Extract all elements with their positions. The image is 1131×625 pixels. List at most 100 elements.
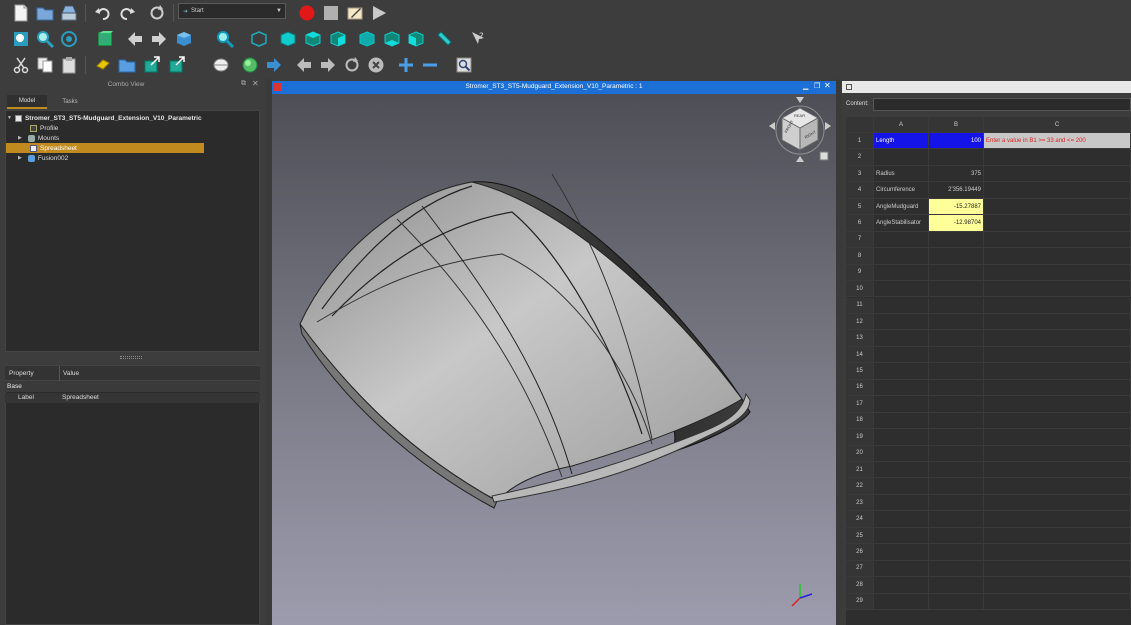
zoom-in-button[interactable] <box>395 54 417 76</box>
close-icon[interactable]: ✕ <box>824 81 831 90</box>
row-header[interactable]: 18 <box>846 412 874 430</box>
cell-a[interactable]: Radius <box>874 165 929 183</box>
cell-a[interactable] <box>874 527 929 545</box>
create-body-button[interactable] <box>239 54 261 76</box>
cell-a[interactable] <box>874 231 929 249</box>
row-header[interactable]: 2 <box>846 149 874 166</box>
cell-b[interactable] <box>929 577 984 594</box>
history-forward-button[interactable] <box>317 54 339 76</box>
fit-selection-button[interactable] <box>34 28 56 50</box>
column-header-b[interactable]: B <box>929 117 984 133</box>
panel-float-icon[interactable]: ⧉ <box>241 80 246 88</box>
tab-model[interactable]: Model <box>7 95 47 109</box>
cell-c[interactable] <box>984 149 1131 166</box>
cell-c[interactable] <box>984 313 1131 331</box>
cell-a[interactable] <box>874 445 929 462</box>
send-to-python-button[interactable] <box>141 54 163 76</box>
set-url-button[interactable] <box>453 54 475 76</box>
view-top-button[interactable] <box>302 28 324 50</box>
cell-b[interactable] <box>929 412 984 430</box>
tree-item-mounts[interactable]: ▶ Mounts <box>18 133 59 143</box>
cell-b[interactable] <box>929 330 984 347</box>
create-part-button[interactable] <box>210 54 232 76</box>
cell-b[interactable] <box>929 478 984 495</box>
cell-b[interactable]: 2'356.19449 <box>929 182 984 199</box>
cell-c[interactable] <box>984 198 1131 216</box>
cell-b[interactable] <box>929 396 984 413</box>
link-actions-button[interactable] <box>166 54 188 76</box>
row-header[interactable]: 24 <box>846 511 874 528</box>
navigation-cube[interactable]: FRONT RIGHT REAR <box>768 96 832 166</box>
cell-a[interactable] <box>874 429 929 446</box>
corner-header[interactable] <box>846 117 874 133</box>
cell-a[interactable] <box>874 544 929 561</box>
cell-c[interactable] <box>984 577 1131 594</box>
view-right-button[interactable] <box>327 28 349 50</box>
stop-macro-button[interactable] <box>320 2 342 24</box>
row-header[interactable]: 17 <box>846 396 874 413</box>
property-row-label[interactable] <box>5 393 260 403</box>
cell-b[interactable] <box>929 511 984 528</box>
row-header[interactable]: 14 <box>846 346 874 364</box>
splitter-handle[interactable] <box>120 356 142 359</box>
std-views-button[interactable] <box>173 28 195 50</box>
minimize-icon[interactable]: ▁ <box>803 82 808 90</box>
column-header-c[interactable]: C <box>984 117 1131 133</box>
cell-a[interactable] <box>874 412 929 430</box>
cell-a[interactable]: AngleStabilisator <box>874 215 929 232</box>
row-header[interactable]: 21 <box>846 462 874 479</box>
macros-button[interactable] <box>344 2 366 24</box>
row-header[interactable]: 25 <box>846 527 874 545</box>
cell-b[interactable] <box>929 560 984 578</box>
cell-c[interactable] <box>984 478 1131 495</box>
measure-button[interactable] <box>433 28 455 50</box>
row-header[interactable]: 16 <box>846 379 874 397</box>
navigate-next-button[interactable] <box>263 54 285 76</box>
copy-button[interactable] <box>34 54 56 76</box>
paste-button[interactable] <box>58 54 80 76</box>
row-header[interactable]: 1 <box>846 133 874 150</box>
panel-close-icon[interactable]: ✕ <box>252 79 259 88</box>
forward-button[interactable] <box>148 28 170 50</box>
row-header[interactable]: 6 <box>846 215 874 232</box>
zoom-out-button[interactable] <box>419 54 441 76</box>
execute-macro-button[interactable] <box>368 2 390 24</box>
create-group-button[interactable] <box>116 54 138 76</box>
cell-c[interactable] <box>984 231 1131 249</box>
row-header[interactable]: 5 <box>846 198 874 216</box>
row-header[interactable]: 15 <box>846 363 874 380</box>
navcube-face-rear[interactable]: REAR <box>794 113 805 118</box>
row-header[interactable]: 8 <box>846 248 874 265</box>
cell-b[interactable]: 100 <box>929 133 984 150</box>
cell-a[interactable] <box>874 511 929 528</box>
draw-style-button[interactable] <box>58 28 80 50</box>
open-button[interactable] <box>34 2 56 24</box>
record-macro-button[interactable] <box>296 2 318 24</box>
view-isometric-button[interactable] <box>248 28 270 50</box>
undo-button[interactable] <box>92 2 114 24</box>
cell-c[interactable] <box>984 182 1131 199</box>
tree-root[interactable]: ▼ Stromer_ST3_ST5-Mudguard_Extension_V10… <box>7 113 202 123</box>
mudguard-model[interactable] <box>272 94 836 625</box>
restore-icon[interactable]: ❐ <box>814 82 820 90</box>
row-header[interactable]: 29 <box>846 593 874 611</box>
cell-c[interactable]: Enter a value in B1 >= 33 and <= 200 <box>984 133 1131 150</box>
cell-b[interactable] <box>929 379 984 397</box>
cell-a[interactable]: AngleMudguard <box>874 198 929 216</box>
cell-c[interactable] <box>984 215 1131 232</box>
cell-b[interactable] <box>929 231 984 249</box>
row-header[interactable]: 13 <box>846 330 874 347</box>
cell-b[interactable]: -15.27887 <box>929 198 984 216</box>
cell-b[interactable] <box>929 313 984 331</box>
workbench-selector[interactable]: ➜ Start ▼ <box>178 3 286 19</box>
row-header[interactable]: 11 <box>846 297 874 314</box>
row-header[interactable]: 23 <box>846 494 874 512</box>
cell-c[interactable] <box>984 396 1131 413</box>
view-left-button[interactable] <box>405 28 427 50</box>
row-header[interactable]: 27 <box>846 560 874 578</box>
cell-a[interactable] <box>874 297 929 314</box>
cell-c[interactable] <box>984 412 1131 430</box>
stop-loading-button[interactable] <box>365 54 387 76</box>
cell-a[interactable] <box>874 494 929 512</box>
cell-c[interactable] <box>984 527 1131 545</box>
